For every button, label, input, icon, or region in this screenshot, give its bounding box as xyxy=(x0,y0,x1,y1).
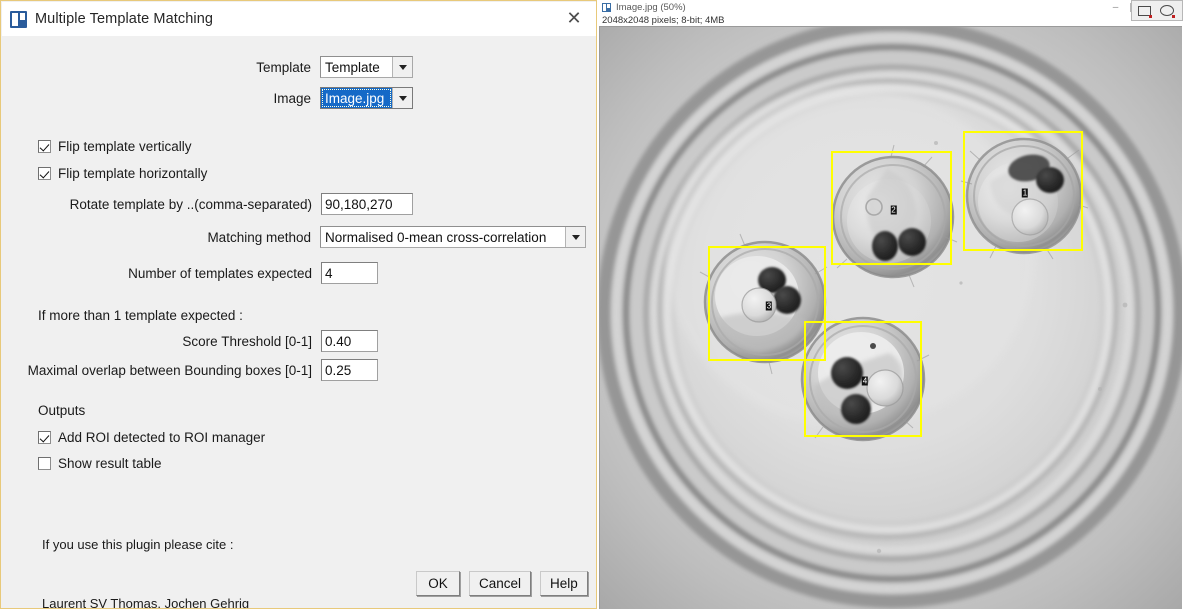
roi-label: 2 xyxy=(890,205,897,215)
score-threshold-label: Score Threshold [0-1] xyxy=(182,333,312,349)
num-templates-label: Number of templates expected xyxy=(128,265,312,281)
roi-box[interactable]: 4 xyxy=(804,321,922,437)
chevron-down-icon xyxy=(565,227,585,247)
matching-method-row: Matching method Normalised 0-mean cross-… xyxy=(2,226,586,248)
outputs-heading: Outputs xyxy=(38,403,86,418)
rotate-row: Rotate template by ..(comma-separated) 9… xyxy=(2,193,413,215)
dialog-button-row: OK Cancel Help xyxy=(416,571,588,596)
rotate-label: Rotate template by ..(comma-separated) xyxy=(69,196,312,212)
ok-button[interactable]: OK xyxy=(416,571,460,596)
image-info-text: 2048x2048 pixels; 8-bit; 4MB xyxy=(602,15,725,26)
checkbox-box xyxy=(38,167,51,180)
dialog-body: Template Template Image Image.jpg Flip t… xyxy=(2,36,596,609)
rotate-input[interactable]: 90,180,270 xyxy=(321,193,413,215)
help-button[interactable]: Help xyxy=(540,571,588,596)
dialog-title: Multiple Template Matching xyxy=(35,11,214,27)
num-templates-input[interactable]: 4 xyxy=(321,262,378,284)
citation-line-1: If you use this plugin please cite : xyxy=(42,537,234,552)
matching-method-label: Matching method xyxy=(207,229,311,245)
flip-horizontal-label: Flip template horizontally xyxy=(58,166,208,181)
close-icon[interactable]: ✕ xyxy=(557,6,591,32)
image-row: Image Image.jpg xyxy=(2,87,413,109)
template-select[interactable]: Template xyxy=(320,56,413,78)
rectangle-selection-icon[interactable] xyxy=(1134,2,1154,19)
checkbox-box xyxy=(38,140,51,153)
max-overlap-row: Maximal overlap between Bounding boxes [… xyxy=(2,359,378,381)
imagej-icon xyxy=(10,10,27,28)
checkbox-box xyxy=(38,431,51,444)
dialog-titlebar: Multiple Template Matching ✕ xyxy=(2,2,596,36)
image-label: Image xyxy=(273,90,311,106)
if-more-than-one-heading: If more than 1 template expected : xyxy=(38,308,243,323)
max-overlap-label: Maximal overlap between Bounding boxes [… xyxy=(27,362,312,378)
template-select-value: Template xyxy=(325,59,380,75)
flip-vertical-checkbox[interactable]: Flip template vertically xyxy=(38,139,192,154)
template-label: Template xyxy=(256,59,311,75)
num-templates-row: Number of templates expected 4 xyxy=(2,262,378,284)
add-roi-label: Add ROI detected to ROI manager xyxy=(58,430,266,445)
image-window: Image.jpg (50%) – 2048x2048 pixels; 8-bi… xyxy=(598,0,1183,609)
matching-method-value: Normalised 0-mean cross-correlation xyxy=(325,229,547,245)
image-select-value: Image.jpg xyxy=(321,88,392,108)
image-window-title: Image.jpg (50%) xyxy=(616,2,686,13)
cancel-button[interactable]: Cancel xyxy=(469,571,532,596)
score-threshold-input[interactable]: 0.40 xyxy=(321,330,378,352)
score-threshold-row: Score Threshold [0-1] 0.40 xyxy=(2,330,378,352)
multiple-template-matching-dialog: Multiple Template Matching ✕ Template Te… xyxy=(0,0,597,609)
matching-method-select[interactable]: Normalised 0-mean cross-correlation xyxy=(320,226,586,248)
roi-label: 3 xyxy=(765,301,773,310)
image-canvas[interactable]: 1 2 3 4 xyxy=(599,26,1182,609)
citation-line-2: Laurent SV Thomas, Jochen Gehrig xyxy=(42,595,250,609)
imagej-toolbar-fragment xyxy=(1131,0,1183,21)
imagej-icon xyxy=(602,3,611,12)
roi-box[interactable]: 2 xyxy=(831,151,952,265)
roi-label: 4 xyxy=(861,376,869,386)
roi-label: 1 xyxy=(1021,188,1029,198)
template-row: Template Template xyxy=(2,56,413,78)
flip-vertical-label: Flip template vertically xyxy=(58,139,192,154)
add-roi-checkbox[interactable]: Add ROI detected to ROI manager xyxy=(38,430,265,445)
citation-block: If you use this plugin please cite : Lau… xyxy=(42,496,339,609)
show-result-table-checkbox[interactable]: Show result table xyxy=(38,456,162,471)
minimize-icon[interactable]: – xyxy=(1110,2,1121,13)
petri-dish-micrograph xyxy=(600,27,1182,609)
chevron-down-icon xyxy=(392,88,412,108)
image-window-titlebar: Image.jpg (50%) – xyxy=(598,0,1183,15)
screen-root: Multiple Template Matching ✕ Template Te… xyxy=(0,0,1183,609)
image-select[interactable]: Image.jpg xyxy=(320,87,413,109)
chevron-down-icon xyxy=(392,57,412,77)
checkbox-box xyxy=(38,457,51,470)
flip-horizontal-checkbox[interactable]: Flip template horizontally xyxy=(38,166,207,181)
oval-selection-icon[interactable] xyxy=(1157,2,1177,19)
max-overlap-input[interactable]: 0.25 xyxy=(321,359,378,381)
roi-box[interactable]: 1 xyxy=(963,131,1083,251)
show-result-table-label: Show result table xyxy=(58,456,162,471)
